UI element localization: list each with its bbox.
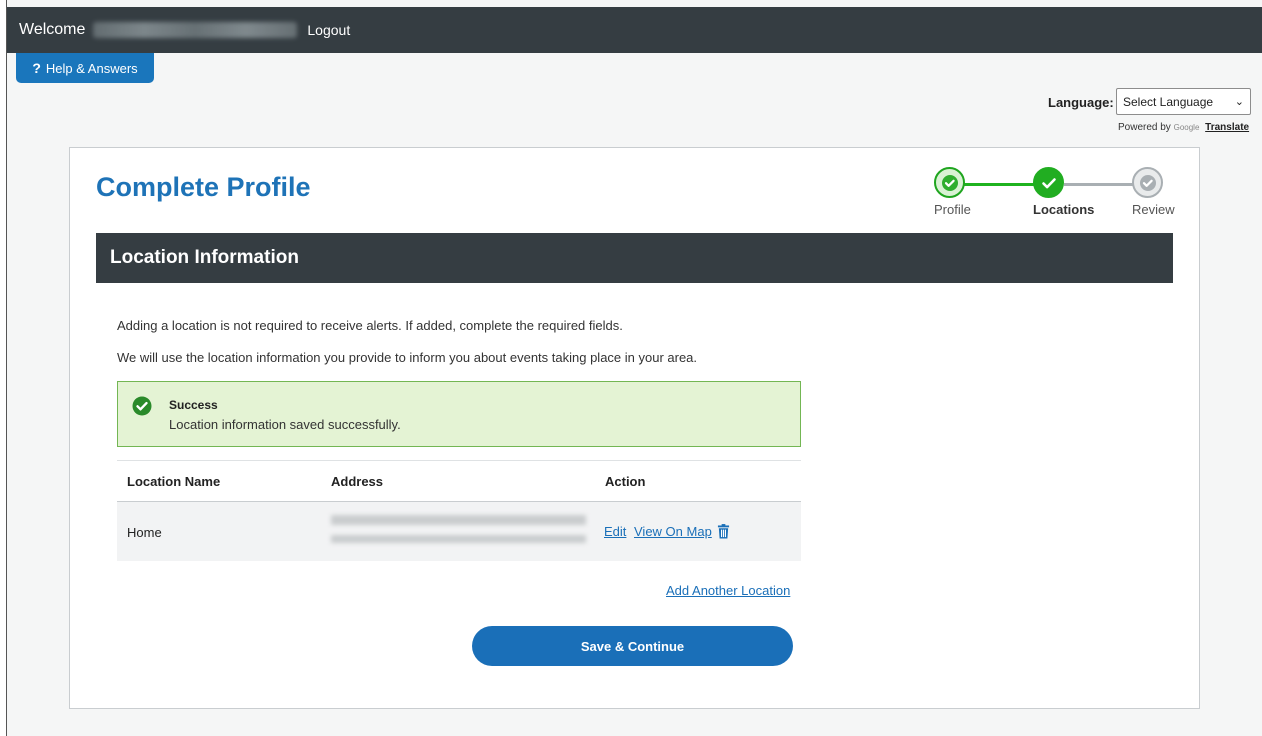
step-locations-check-icon <box>1033 167 1064 198</box>
alert-title: Success <box>169 398 218 412</box>
step-connector-pending <box>1064 183 1133 186</box>
trash-icon[interactable] <box>717 524 730 539</box>
step-label-profile: Profile <box>934 202 971 217</box>
address-redacted <box>331 515 586 545</box>
top-bar: Welcome Logout <box>7 7 1262 53</box>
chevron-down-icon: ⌄ <box>1234 96 1244 108</box>
logout-link[interactable]: Logout <box>307 22 350 38</box>
language-label: Language: <box>1048 95 1114 110</box>
info-text-optional: Adding a location is not required to rec… <box>117 318 623 333</box>
table-row: Home Edit View On Map <box>117 502 801 561</box>
welcome-text: Welcome <box>19 21 86 38</box>
step-label-review: Review <box>1132 202 1175 217</box>
help-answers-button[interactable]: ? Help & Answers <box>16 53 154 83</box>
question-icon: ? <box>32 60 41 76</box>
powered-by-label: Powered by <box>1118 122 1171 133</box>
language-select[interactable]: Select Language ⌄ <box>1116 88 1251 115</box>
progress-stepper: Profile Locations Review <box>930 166 1180 218</box>
translate-link[interactable]: Translate <box>1205 122 1249 133</box>
locations-table: Location Name Address Action Home Edit V… <box>117 460 801 561</box>
page-title: Complete Profile <box>96 172 311 202</box>
location-name-cell: Home <box>127 525 162 540</box>
column-header-action: Action <box>605 474 646 489</box>
edit-link[interactable]: Edit <box>604 524 626 539</box>
help-answers-label: Help & Answers <box>45 60 138 76</box>
section-title: Location Information <box>110 247 299 268</box>
section-header: Location Information <box>96 233 1173 283</box>
save-continue-button[interactable]: Save & Continue <box>472 626 793 666</box>
info-text-usage: We will use the location information you… <box>117 350 698 365</box>
add-another-location-link[interactable]: Add Another Location <box>666 583 790 598</box>
column-header-location-name: Location Name <box>127 474 221 489</box>
alert-message: Location information saved successfully. <box>169 417 401 432</box>
step-review-check-icon <box>1132 167 1163 198</box>
google-logo-text: Google <box>1173 123 1200 132</box>
step-connector-complete <box>963 183 1035 186</box>
success-alert: Success Location information saved succe… <box>117 381 801 447</box>
column-header-address: Address <box>331 474 384 489</box>
table-header: Location Name Address Action <box>117 461 801 502</box>
left-edge <box>0 0 7 736</box>
check-circle-icon <box>132 396 152 416</box>
view-on-map-link[interactable]: View On Map <box>634 524 712 539</box>
username-redacted <box>93 22 298 38</box>
step-profile-check-icon <box>934 167 965 198</box>
powered-by-google-translate: Powered by Google Translate <box>1118 122 1249 133</box>
language-select-value: Select Language <box>1123 94 1214 109</box>
step-label-locations: Locations <box>1033 202 1095 217</box>
